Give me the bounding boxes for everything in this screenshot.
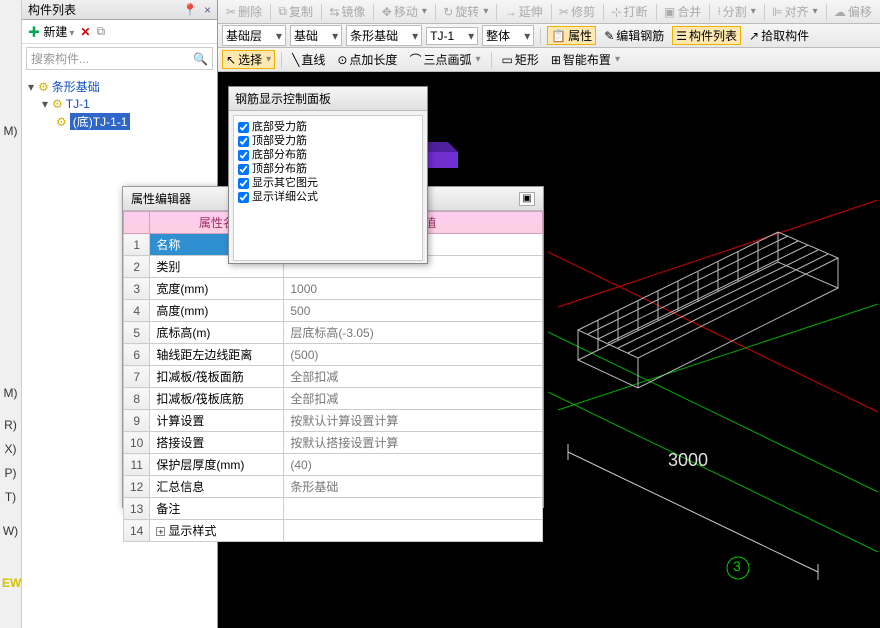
strip-label: P) [0, 462, 21, 484]
component-dropdown[interactable]: TJ-1 [426, 27, 478, 45]
smart-layout-button[interactable]: ⊞ 智能布置 [547, 50, 624, 69]
new-button[interactable]: ✚ 新建 [28, 23, 74, 40]
strip-label: M) [0, 382, 21, 404]
chk-bottom-dist[interactable]: 底部分布筋 [238, 148, 418, 162]
rect-button[interactable]: ▭ 矩形 [498, 50, 543, 69]
align-button[interactable]: ⊫ 对齐 [768, 2, 822, 21]
delete-button[interactable]: ✂ 删除 [222, 2, 266, 21]
delete-icon[interactable]: ✕ [80, 25, 90, 39]
strip-label: T) [0, 486, 21, 508]
offset-button[interactable]: ☁ 偏移 [830, 2, 876, 21]
chk-top-dist[interactable]: 顶部分布筋 [238, 162, 418, 176]
edit-rebar-button[interactable]: ✎ 编辑钢筋 [600, 26, 668, 45]
pin-icon[interactable]: 📍 [183, 3, 198, 17]
left-sidebar-strip: M) M) R) X) P) T) W) EW [0, 0, 22, 628]
property-row[interactable]: 14+显示样式 [124, 520, 543, 542]
scope-dropdown[interactable]: 整体 [482, 25, 534, 46]
select-button[interactable]: ↖ 选择 [222, 50, 275, 69]
rebar-display-panel: 钢筋显示控制面板 底部受力筋 顶部受力筋 底部分布筋 顶部分布筋 显示其它图元 … [228, 86, 428, 264]
three-point-arc-button[interactable]: ⌒ 三点画弧 [405, 50, 484, 69]
property-row[interactable]: 7扣减板/筏板面筋全部扣减 [124, 366, 543, 388]
layer-dropdown[interactable]: 基础层 [222, 25, 286, 46]
line-button[interactable]: ╲ 直线 [288, 50, 329, 69]
component-list-button[interactable]: ☰ 构件列表 [672, 26, 741, 45]
break-button[interactable]: ⊹ 打断 [607, 2, 651, 21]
property-row[interactable]: 3宽度(mm)1000 [124, 278, 543, 300]
chk-top-main[interactable]: 顶部受力筋 [238, 134, 418, 148]
trim-button[interactable]: ✂ 修剪 [555, 2, 599, 21]
property-row[interactable]: 10搭接设置按默认搭接设置计算 [124, 432, 543, 454]
search-placeholder: 搜索构件... [31, 50, 89, 67]
strip-label: M) [0, 120, 21, 142]
property-editor-title: 属性编辑器 [131, 190, 191, 207]
merge-button[interactable]: ▣ 合并 [660, 2, 705, 21]
property-row[interactable]: 6轴线距左边线距离(500) [124, 344, 543, 366]
strip-label: R) [0, 414, 21, 436]
tree-child[interactable]: ▾⚙TJ-1 [28, 96, 211, 112]
copy-button[interactable]: ⧉ 复制 [274, 2, 317, 21]
search-icon[interactable]: 🔍 [193, 52, 208, 66]
panel-title-text: 构件列表 [28, 2, 76, 18]
tree-root[interactable]: ▾⚙条形基础 [28, 77, 211, 96]
pick-component-button[interactable]: ↗ 拾取构件 [745, 26, 813, 45]
strip-label-ew: EW [0, 572, 21, 594]
dimension-3000: 3000 [668, 450, 708, 471]
properties-button[interactable]: 📋 属性 [547, 26, 596, 45]
node-3-label: 3 [733, 558, 741, 574]
chk-show-formula[interactable]: 显示详细公式 [238, 190, 418, 204]
property-row[interactable]: 13备注 [124, 498, 543, 520]
property-row[interactable]: 8扣减板/筏板底筋全部扣减 [124, 388, 543, 410]
category-dropdown[interactable]: 基础 [290, 25, 342, 46]
property-row[interactable]: 4高度(mm)500 [124, 300, 543, 322]
main-toolbar-2: 基础层 基础 条形基础 TJ-1 整体 📋 属性 ✎ 编辑钢筋 ☰ 构件列表 ↗… [218, 24, 880, 48]
rotate-button[interactable]: ↻ 旋转 [439, 2, 492, 21]
component-tree: ▾⚙条形基础 ▾⚙TJ-1 ⚙(底)TJ-1-1 [22, 73, 217, 135]
chk-bottom-main[interactable]: 底部受力筋 [238, 120, 418, 134]
main-toolbar-1: ✂ 删除 ⧉ 复制 ⇆ 镜像 ✥ 移动 ↻ 旋转 → 延伸 ✂ 修剪 ⊹ 打断 … [218, 0, 880, 24]
property-row[interactable]: 11保护层厚度(mm)(40) [124, 454, 543, 476]
rebar-panel-title[interactable]: 钢筋显示控制面板 [229, 87, 427, 111]
chk-show-other[interactable]: 显示其它图元 [238, 176, 418, 190]
mirror-button[interactable]: ⇆ 镜像 [325, 2, 369, 21]
new-toolbar: ✚ 新建 ✕ ⧉ [22, 20, 217, 44]
type-dropdown[interactable]: 条形基础 [346, 25, 422, 46]
close-icon[interactable]: × [204, 3, 211, 17]
extend-button[interactable]: → 延伸 [501, 2, 547, 21]
search-input[interactable]: 搜索构件... 🔍 [26, 47, 213, 70]
strip-label: W) [0, 520, 21, 542]
property-row[interactable]: 12汇总信息条形基础 [124, 476, 543, 498]
tree-leaf[interactable]: ⚙(底)TJ-1-1 [28, 112, 211, 131]
main-toolbar-3: ↖ 选择 ╲ 直线 ⊙ 点加长度 ⌒ 三点画弧 ▭ 矩形 ⊞ 智能布置 [218, 48, 880, 72]
property-editor-close[interactable]: ▣ [519, 192, 535, 206]
property-row[interactable]: 9计算设置按默认计算设置计算 [124, 410, 543, 432]
copy-icon[interactable]: ⧉ [96, 24, 105, 39]
panel-title-bar: 构件列表 📍 × [22, 0, 217, 20]
property-row[interactable]: 5底标高(m)层底标高(-3.05) [124, 322, 543, 344]
point-length-button[interactable]: ⊙ 点加长度 [333, 50, 401, 69]
move-button[interactable]: ✥ 移动 [378, 2, 431, 21]
split-button[interactable]: ⟊ 分割 [714, 2, 760, 21]
strip-label: X) [0, 438, 21, 460]
